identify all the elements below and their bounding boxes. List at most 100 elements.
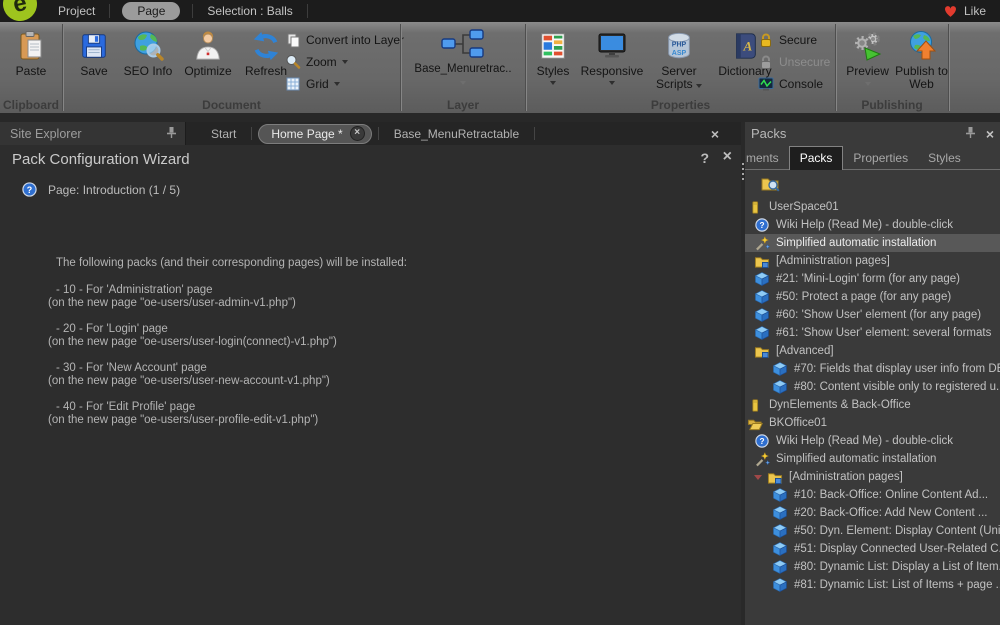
tree-item[interactable]: [Administration pages] [745, 252, 1000, 270]
tab-packs[interactable]: Packs [789, 146, 844, 170]
button-label: SEO Info [124, 65, 173, 78]
tree-item[interactable]: #51: Display Connected User-Related C... [745, 540, 1000, 558]
tree-item[interactable]: #61: 'Show User' element: several format… [745, 324, 1000, 342]
pin-icon[interactable] [166, 126, 177, 142]
save-button[interactable]: Save [73, 27, 115, 78]
menu-project[interactable]: Project [44, 4, 109, 18]
tree-item[interactable]: #70: Fields that display user info from … [745, 360, 1000, 378]
styles-button[interactable]: Styles [530, 27, 576, 85]
tree-item[interactable]: [Advanced] [745, 342, 1000, 360]
lock-gray-icon [758, 54, 774, 70]
close-wizard-button[interactable]: × [723, 148, 732, 166]
grid-button[interactable]: Grid [285, 73, 404, 95]
tree-item[interactable]: UserSpace01 [745, 198, 1000, 216]
button-label: Styles [537, 65, 570, 78]
server-scripts-button[interactable]: PHP ASP Server Scripts [648, 27, 710, 91]
tab-properties[interactable]: Properties [843, 147, 918, 169]
convert-into-layer-button[interactable]: Convert into Layer [285, 29, 404, 51]
zoom-button[interactable]: Zoom [285, 51, 404, 73]
seo-info-button[interactable]: SEO Info [121, 27, 175, 78]
preview-button[interactable]: Preview [844, 27, 891, 86]
like-button[interactable]: Like [964, 4, 986, 18]
ribbon-group-label: Clipboard [0, 98, 62, 112]
tab-start[interactable]: Start [198, 127, 249, 141]
tree-item[interactable]: DynElements & Back-Office [745, 396, 1000, 414]
packs-panel: Packs × ments Packs Properties Styles Us… [745, 122, 1000, 625]
chevron-down-icon [696, 84, 702, 88]
ribbon-shadow-strip [0, 113, 1000, 122]
button-label: Responsive [581, 65, 644, 78]
cube-icon [772, 559, 788, 575]
tree-item[interactable]: #20: Back-Office: Add New Content ... [745, 504, 1000, 522]
tab-label: Home Page * [271, 127, 342, 141]
close-tabstrip-icon[interactable]: × [711, 126, 719, 142]
tree-item[interactable]: [Administration pages] [745, 468, 1000, 486]
tree-item-label: #81: Dynamic List: List of Items + page … [794, 579, 1000, 591]
tree-item[interactable]: Simplified automatic installation [745, 234, 1000, 252]
tree-item[interactable]: #60: 'Show User' element (for any page) [745, 306, 1000, 324]
wand-icon [754, 235, 770, 251]
tab-home-page[interactable]: Home Page * × [258, 124, 371, 144]
pack-page: (on the new page "oe-users/user-new-acco… [48, 375, 407, 388]
paste-button[interactable]: Paste [5, 27, 57, 78]
tree-item[interactable]: #80: Dynamic List: Display a List of Ite… [745, 558, 1000, 576]
tree-item[interactable]: #81: Dynamic List: List of Items + page … [745, 576, 1000, 594]
menu-page[interactable]: Page [122, 2, 180, 20]
menu-selection[interactable]: Selection : Balls [193, 4, 306, 18]
wizard-title: Pack Configuration Wizard [12, 151, 190, 168]
tab-base-menuretractable[interactable]: Base_MenuRetractable [381, 127, 532, 141]
tree-item[interactable]: BKOffice01 [745, 414, 1000, 432]
tree-item[interactable]: ?Wiki Help (Read Me) - double-click [745, 216, 1000, 234]
server-scripts-icon: PHP ASP [664, 27, 694, 65]
pin-icon[interactable] [965, 126, 976, 142]
wizard-page-status: ? Page: Introduction (1 / 5) [22, 182, 180, 197]
button-label: Optimize [184, 65, 231, 78]
layer-selector-button[interactable]: Base_Menuretrac.. [401, 22, 525, 85]
tree-item[interactable]: #50: Protect a page (for any page) [745, 288, 1000, 306]
tree-item[interactable]: #50: Dyn. Element: Display Content (Uni.… [745, 522, 1000, 540]
button-label: Convert into Layer [306, 33, 404, 47]
refresh-button[interactable]: Refresh [241, 27, 291, 78]
refresh-icon [251, 27, 281, 65]
tree-item[interactable]: #21: 'Mini-Login' form (for any page) [745, 270, 1000, 288]
unsecure-button[interactable]: Unsecure [758, 51, 830, 73]
pack-entry: - 30 - For 'New Account' page (on the ne… [48, 362, 407, 388]
pack-entry: - 40 - For 'Edit Profile' page (on the n… [48, 401, 407, 427]
pack-page: (on the new page "oe-users/user-profile-… [48, 414, 407, 427]
tree-item-label: #20: Back-Office: Add New Content ... [794, 507, 987, 519]
tree-item[interactable]: #80: Content visible only to registered … [745, 378, 1000, 396]
styles-icon [538, 27, 568, 65]
publish-to-web-button[interactable]: Publish to Web [895, 27, 948, 91]
button-label: Refresh [245, 65, 287, 78]
tree-item[interactable]: #10: Back-Office: Online Content Ad... [745, 486, 1000, 504]
packs-panel-header: Packs × [745, 122, 1000, 145]
expander-icon[interactable] [754, 475, 762, 480]
tab-styles[interactable]: Styles [918, 147, 971, 169]
console-button[interactable]: Console [758, 73, 830, 95]
pack-page: (on the new page "oe-users/user-login(co… [48, 336, 407, 349]
responsive-button[interactable]: Responsive [580, 27, 644, 85]
optimize-button[interactable]: Optimize [181, 27, 235, 78]
svg-text:?: ? [759, 436, 764, 446]
folder-badge-icon [754, 343, 770, 359]
close-panel-icon[interactable]: × [986, 126, 994, 142]
help-button[interactable]: ? [700, 150, 709, 166]
divider [307, 4, 308, 18]
ribbon-group-label: Properties [526, 98, 835, 112]
svg-text:?: ? [759, 220, 764, 230]
titlebar: e Project Page Selection : Balls Like [0, 0, 1000, 22]
chevron-down-icon [550, 81, 556, 85]
secure-button[interactable]: Secure [758, 29, 830, 51]
site-explorer-header[interactable]: Site Explorer [0, 122, 186, 145]
app-logo[interactable]: e [0, 0, 44, 22]
cube-icon [772, 505, 788, 521]
close-tab-icon[interactable]: × [350, 126, 365, 141]
folder-search-icon[interactable] [761, 175, 780, 193]
wand-icon [754, 451, 770, 467]
tree-item[interactable]: Simplified automatic installation [745, 450, 1000, 468]
tree-item[interactable]: ?Wiki Help (Read Me) - double-click [745, 432, 1000, 450]
grid-icon [285, 76, 301, 92]
tab-elements[interactable]: ments [745, 147, 789, 169]
packs-panel-title: Packs [751, 126, 786, 141]
button-label: Server Scripts [648, 65, 710, 91]
